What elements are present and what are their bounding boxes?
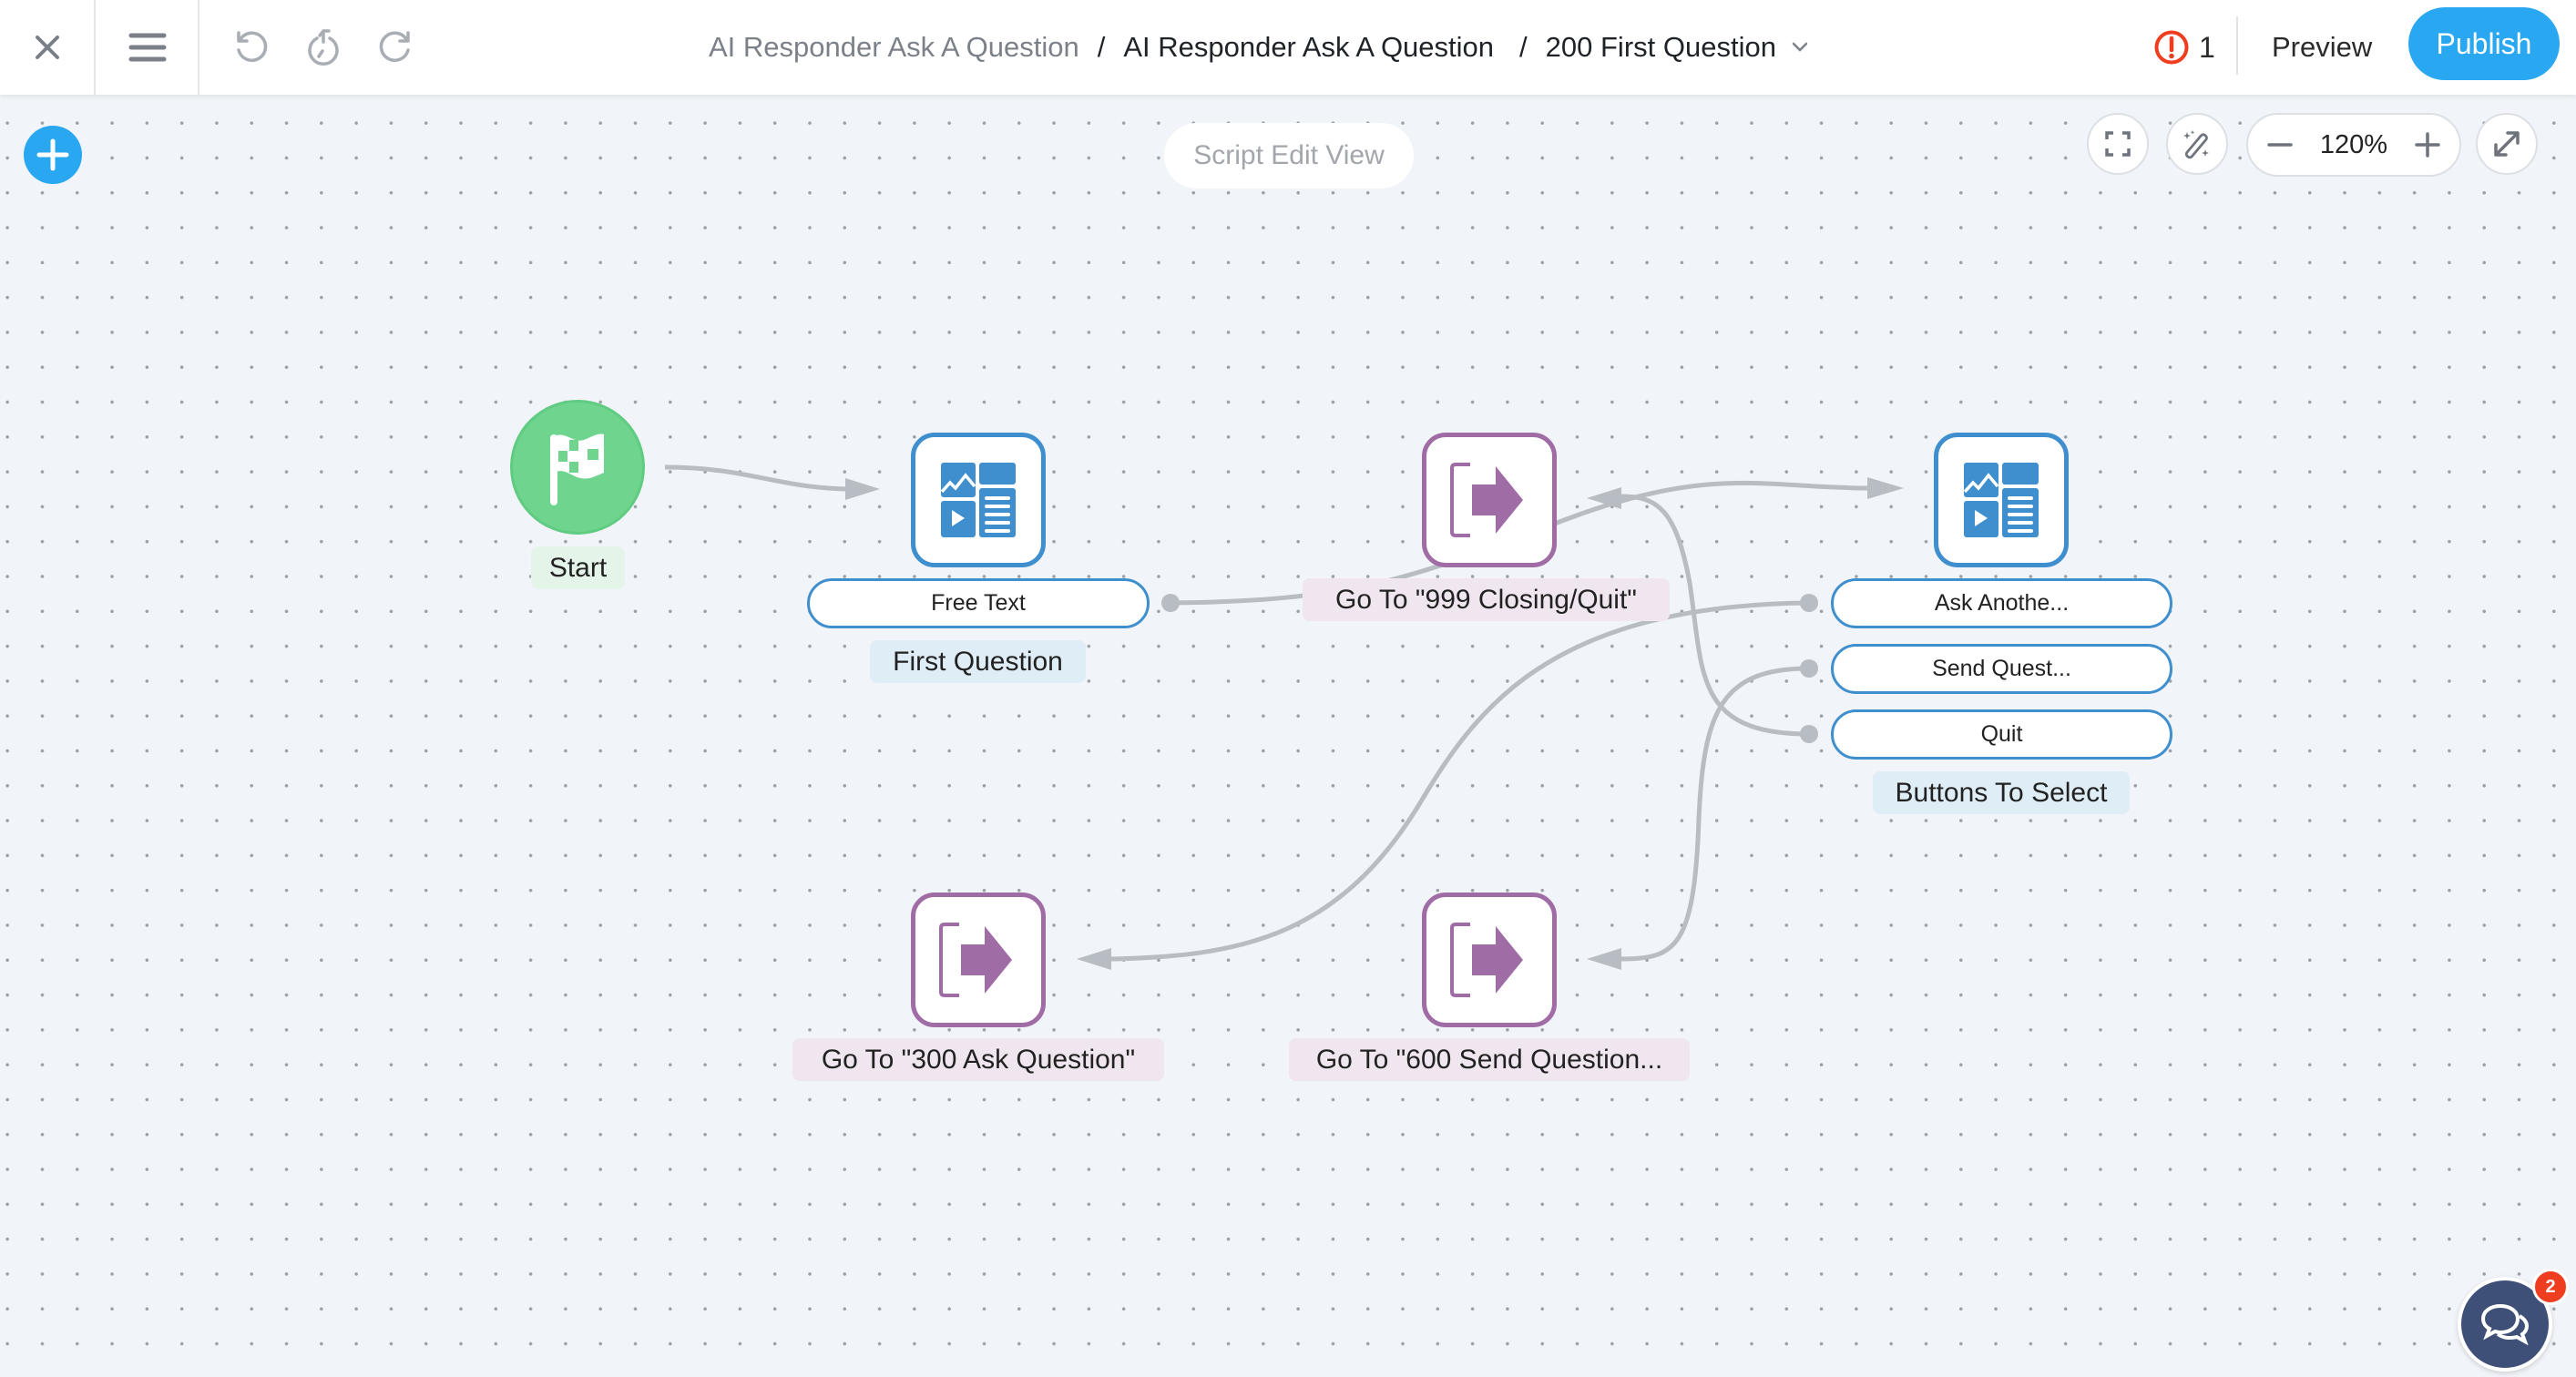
- redo-button[interactable]: [373, 0, 419, 95]
- fit-screen-button[interactable]: [2087, 113, 2149, 175]
- port-quit[interactable]: [1800, 725, 1818, 743]
- redo-icon: [379, 31, 410, 62]
- zoom-control: 120%: [2246, 113, 2461, 177]
- breadcrumb-separator: /: [1097, 31, 1106, 63]
- history-button[interactable]: [301, 0, 346, 95]
- start-node-label: Start: [531, 546, 625, 589]
- hamburger-menu-icon: [128, 33, 166, 62]
- goto-exit-icon: [939, 923, 1012, 997]
- plus-icon: [36, 138, 69, 171]
- error-indicator[interactable]: 1: [2153, 0, 2215, 95]
- add-node-button[interactable]: [24, 126, 82, 184]
- history-reset-icon: [308, 29, 339, 66]
- alert-circle-icon: [2154, 30, 2189, 65]
- option-ask-another[interactable]: Ask Anothe...: [1831, 578, 2172, 628]
- content-block-icon: [941, 463, 1016, 537]
- chevron-down-icon[interactable]: [1791, 41, 1809, 54]
- breadcrumb-item-project[interactable]: AI Responder Ask A Question: [709, 31, 1079, 64]
- view-mode-label: Script Edit View: [1164, 123, 1414, 189]
- first-question-node[interactable]: [911, 433, 1046, 567]
- undo-icon: [237, 31, 268, 62]
- zoom-out-button[interactable]: [2266, 131, 2294, 158]
- start-node[interactable]: [510, 400, 645, 535]
- header-divider: [198, 0, 199, 95]
- expand-icon: [2494, 131, 2520, 157]
- goto-300-label: Go To "300 Ask Question": [792, 1038, 1164, 1081]
- first-question-label: First Question: [870, 640, 1086, 683]
- goto-600-node[interactable]: [1422, 892, 1557, 1027]
- undo-button[interactable]: [228, 0, 273, 95]
- zoom-out-icon: [2267, 143, 2293, 147]
- buttons-to-select-node[interactable]: [1934, 433, 2069, 567]
- close-icon: [36, 36, 59, 59]
- auto-arrange-button[interactable]: [2166, 113, 2228, 175]
- option-quit[interactable]: Quit: [1831, 709, 2172, 760]
- zoom-in-icon: [2415, 132, 2440, 158]
- preview-button[interactable]: Preview: [2272, 0, 2372, 95]
- port-send-question[interactable]: [1800, 659, 1818, 678]
- option-send-question[interactable]: Send Quest...: [1831, 644, 2172, 694]
- flow-canvas[interactable]: [0, 95, 2576, 1377]
- checkered-flag-icon: [550, 434, 604, 505]
- chat-bubbles-icon: [2480, 1303, 2530, 1345]
- content-block-icon: [1964, 463, 2039, 537]
- breadcrumb-separator: /: [1519, 31, 1528, 63]
- close-button[interactable]: [0, 0, 95, 95]
- breadcrumb: AI Responder Ask A Question / AI Respond…: [709, 0, 1809, 95]
- goto-exit-icon: [1450, 923, 1523, 997]
- port-free-text[interactable]: [1161, 594, 1180, 612]
- goto-999-label: Go To "999 Closing/Quit": [1303, 578, 1670, 621]
- goto-exit-icon: [1450, 463, 1523, 537]
- port-ask-another[interactable]: [1800, 594, 1818, 612]
- header-divider: [2236, 16, 2238, 75]
- goto-600-label: Go To "600 Send Question...: [1289, 1038, 1690, 1081]
- top-toolbar: AI Responder Ask A Question / AI Respond…: [0, 0, 2576, 95]
- notification-badge: 2: [2532, 1269, 2569, 1305]
- zoom-in-button[interactable]: [2414, 131, 2441, 158]
- goto-300-node[interactable]: [911, 892, 1046, 1027]
- breadcrumb-item-section[interactable]: 200 First Question: [1546, 31, 1776, 64]
- breadcrumb-item-script[interactable]: AI Responder Ask A Question: [1123, 31, 1494, 64]
- error-count: 1: [2199, 30, 2215, 64]
- publish-button[interactable]: Publish: [2408, 7, 2560, 80]
- goto-999-node[interactable]: [1422, 433, 1557, 567]
- fit-screen-icon: [2105, 131, 2131, 157]
- zoom-level: 120%: [2319, 129, 2388, 159]
- expand-button[interactable]: [2476, 113, 2538, 175]
- option-free-text[interactable]: Free Text: [807, 578, 1150, 628]
- buttons-to-select-label: Buttons To Select: [1873, 771, 2130, 814]
- menu-button[interactable]: [96, 0, 199, 95]
- magic-wand-icon: [2183, 130, 2209, 159]
